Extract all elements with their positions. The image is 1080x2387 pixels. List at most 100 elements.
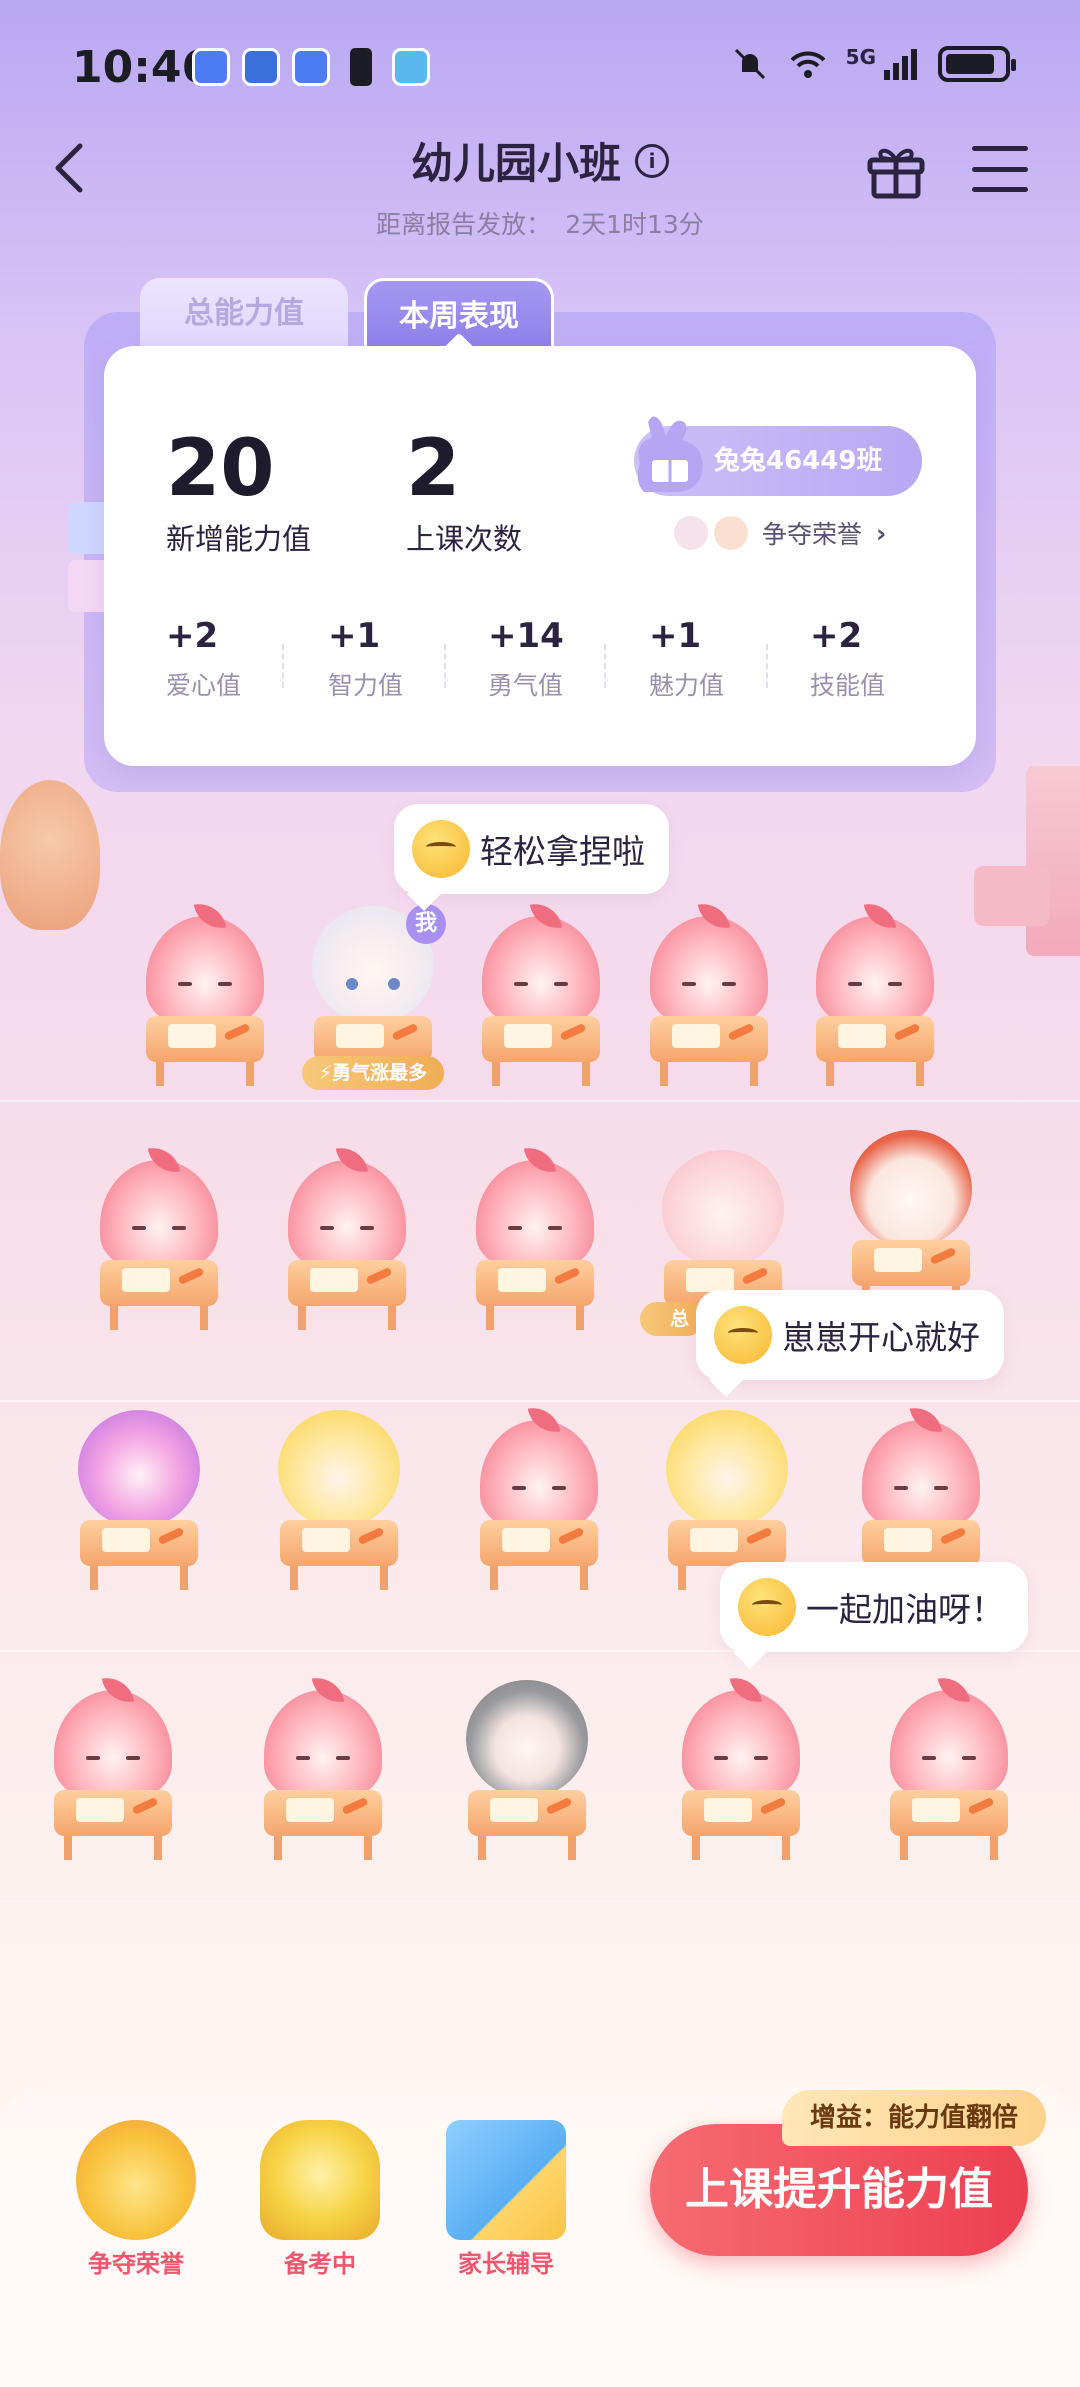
classmate-seat[interactable] <box>846 1130 976 1310</box>
signal-icon <box>884 49 917 80</box>
page-title-text: 幼儿园小班 <box>410 139 621 188</box>
classmate-avatar <box>672 514 710 552</box>
dock-exam-button[interactable]: 备考中 <box>250 2120 390 2279</box>
floor-line <box>0 1400 1080 1402</box>
classmate-seat[interactable] <box>74 1410 204 1590</box>
delta-value: +14 <box>488 616 564 656</box>
classmate-seat[interactable] <box>462 1680 592 1860</box>
class-count-value: 2 <box>406 424 461 514</box>
classmate-seat[interactable] <box>476 916 606 1086</box>
bookshelf-decoration <box>1026 766 1080 956</box>
divider <box>444 644 446 688</box>
battery-icon <box>938 46 1016 82</box>
honor-icon <box>76 2120 196 2240</box>
classmate-seat[interactable] <box>94 1160 224 1330</box>
wink-face-emoji-icon <box>714 1306 772 1364</box>
classmate-seat[interactable] <box>810 916 940 1086</box>
gift-icon[interactable] <box>864 138 928 202</box>
speech-bubble: 一起加油呀！ <box>720 1562 1028 1652</box>
classmate-seat[interactable] <box>474 1420 604 1590</box>
purple-cat-avatar <box>78 1410 200 1528</box>
class-count-label: 上课次数 <box>406 522 523 556</box>
dock-label: 争夺荣誉 <box>88 2250 184 2278</box>
delta-label: 勇气值 <box>488 671 564 700</box>
app-notification-icon <box>192 48 230 86</box>
classmate-seat[interactable] <box>676 1690 806 1860</box>
divider <box>282 644 284 688</box>
speech-bubble-text: 轻松拿捏啦 <box>480 832 645 871</box>
koala-avatar <box>466 1680 588 1798</box>
honor-link[interactable]: 争夺荣誉 › <box>672 514 886 552</box>
pink-creature-avatar <box>662 1150 784 1268</box>
new-ability-value: 20 <box>166 424 275 514</box>
classmate-avatar <box>712 514 750 552</box>
classmate-seat[interactable] <box>884 1690 1014 1860</box>
page-title: 幼儿园小班 i <box>411 130 669 191</box>
info-icon[interactable]: i <box>635 143 669 178</box>
countdown-label: 距离报告发放： <box>376 210 552 239</box>
new-ability-stat: 20 新增能力值 <box>166 426 311 558</box>
bunny-mascot-icon <box>637 416 703 492</box>
speech-bubble: 崽崽开心就好 <box>696 1290 1004 1380</box>
delta-skill: +2 技能值 <box>810 616 940 702</box>
boost-badge: 增益：能力值翻倍 <box>782 2090 1046 2146</box>
dock-honor-button[interactable]: 争夺荣誉 <box>66 2120 206 2279</box>
divider <box>766 644 768 688</box>
cheer-face-emoji-icon <box>738 1578 796 1636</box>
classmate-seat[interactable] <box>48 1690 178 1860</box>
divider <box>604 644 606 688</box>
book-app-icon <box>392 48 430 86</box>
app-notification-icon <box>292 48 330 86</box>
chevron-right-icon: › <box>876 518 887 548</box>
delta-value: +1 <box>649 616 702 656</box>
status-right: 5G <box>730 44 1016 84</box>
tab-total-ability[interactable]: 总能力值 <box>140 278 348 352</box>
report-countdown: 距离报告发放： 2天1时13分 <box>0 205 1080 241</box>
floor-line <box>0 1900 1080 1902</box>
delta-value: +1 <box>328 616 381 656</box>
classmate-seat[interactable] <box>258 1690 388 1860</box>
new-ability-label: 新增能力值 <box>166 522 312 556</box>
classmate-seat[interactable] <box>140 916 270 1086</box>
banana-avatar <box>278 1410 400 1528</box>
courage-tag-label: 勇气涨最多 <box>332 1062 428 1084</box>
delta-charm: +1 魅力值 <box>649 616 779 702</box>
battery-level <box>946 54 994 74</box>
side-tab <box>68 502 108 554</box>
delta-intellect: +1 智力值 <box>328 616 458 702</box>
delta-value: +2 <box>810 616 863 656</box>
banana-avatar <box>666 1410 788 1528</box>
small-tag: 总 <box>640 1302 704 1336</box>
menu-icon[interactable] <box>972 146 1028 192</box>
delta-value: +2 <box>166 616 219 656</box>
delta-label: 智力值 <box>328 671 404 700</box>
delta-love: +2 爱心值 <box>166 616 296 702</box>
class-count-stat: 2 上课次数 <box>406 426 522 558</box>
mute-bell-icon <box>734 48 765 80</box>
me-badge: 我 <box>406 904 446 944</box>
courage-top-tag: ⚡勇气涨最多 <box>302 1056 444 1090</box>
delta-label: 技能值 <box>810 671 886 700</box>
notification-icons <box>192 48 430 86</box>
stool-decoration <box>974 866 1050 926</box>
alert-icon <box>350 48 372 86</box>
side-tab <box>68 560 108 612</box>
smug-face-emoji-icon <box>412 820 470 878</box>
dock-label: 家长辅导 <box>458 2250 554 2278</box>
classmate-seat[interactable] <box>282 1160 412 1330</box>
speech-bubble: 轻松拿捏啦 <box>394 804 669 894</box>
countdown-value: 2天1时13分 <box>565 210 704 239</box>
delta-label: 魅力值 <box>649 671 725 700</box>
trophy-icon <box>260 2120 380 2240</box>
classmate-seat[interactable] <box>470 1160 600 1330</box>
dock-parent-guide-button[interactable]: 家长辅导 <box>436 2120 576 2279</box>
floor-line <box>0 1100 1080 1102</box>
helmet-avatar <box>850 1130 972 1248</box>
dock-label: 备考中 <box>284 2250 356 2278</box>
app-notification-icon <box>242 48 280 86</box>
wifi-icon <box>790 51 826 78</box>
classmate-seat[interactable] <box>274 1410 404 1590</box>
classmate-seat[interactable] <box>644 916 774 1086</box>
speech-bubble-text: 崽崽开心就好 <box>782 1318 980 1357</box>
teddy-bear-decoration <box>0 780 100 930</box>
